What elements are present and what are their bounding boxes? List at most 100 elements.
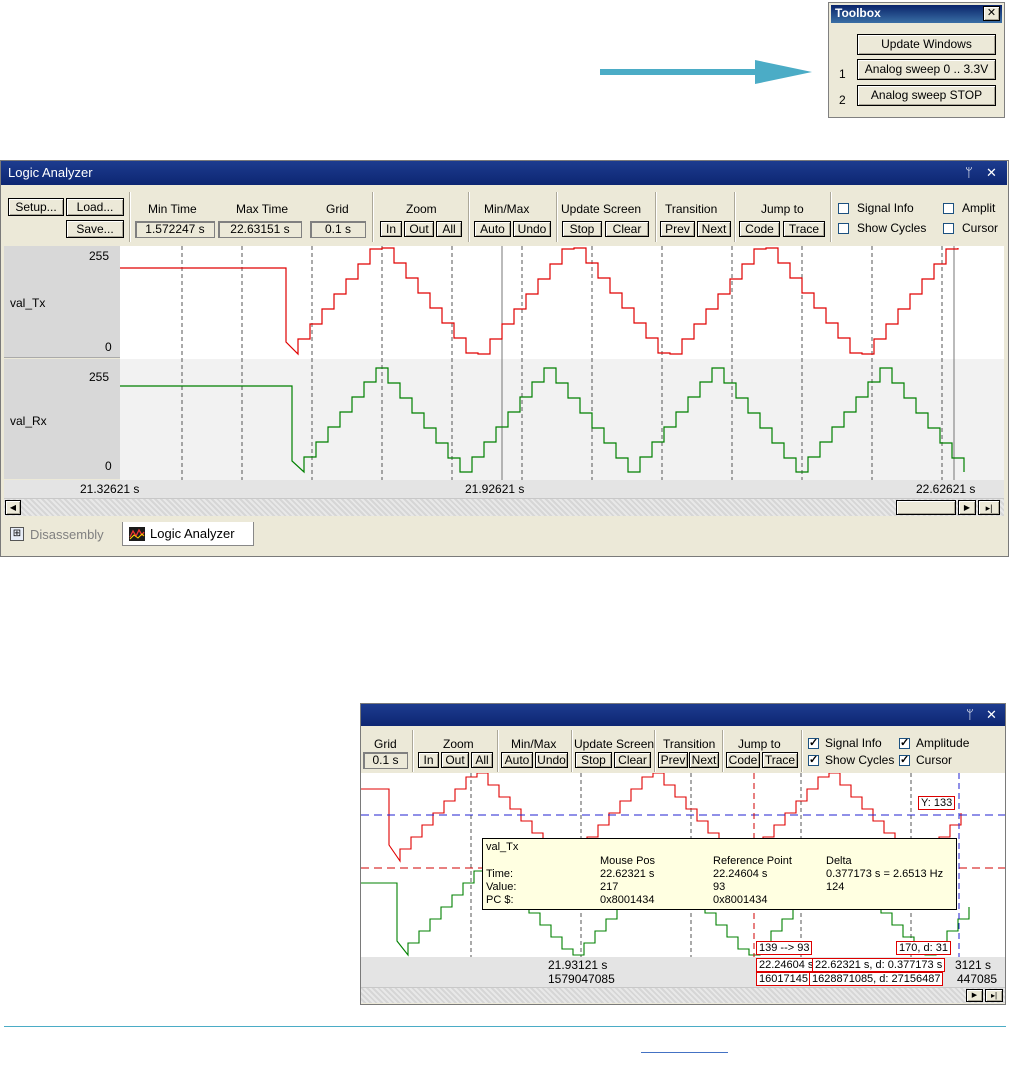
amplitude-label: Amplitude <box>916 736 970 750</box>
toolbox-button-num: 2 <box>839 93 846 107</box>
zoomed-titlebar[interactable] <box>361 704 1005 726</box>
pin-icon[interactable]: ᛘ <box>965 165 973 180</box>
grid-value: 0.1 s <box>363 752 408 769</box>
tab-label: Disassembly <box>30 527 104 542</box>
disassembly-icon: ⊞ <box>10 527 24 541</box>
horizontal-scrollbar[interactable] <box>4 498 1004 516</box>
tooltip-delta-time: 0.377173 s = 2.6513 Hz <box>826 868 944 880</box>
signal-name-label: val_Tx <box>10 296 46 310</box>
toolbar-separator <box>468 192 470 242</box>
undo-button[interactable]: Undo <box>513 221 551 237</box>
logic-analyzer-title: Logic Analyzer <box>8 165 93 180</box>
show-cycles-checkbox[interactable] <box>808 753 819 766</box>
cursor-time-box: 22.62321 s, d: 0.377173 s <box>812 958 946 972</box>
clear-button[interactable]: Clear <box>605 221 649 237</box>
zoom-all-button[interactable]: All <box>436 221 462 237</box>
plot-background-rx <box>120 359 1004 480</box>
minmax-label: Min/Max <box>511 737 557 751</box>
toolbar-separator <box>412 730 414 772</box>
stop-button[interactable]: Stop <box>562 221 602 237</box>
scroll-end-icon[interactable]: ▸| <box>978 500 1000 515</box>
setup-button[interactable]: Setup... <box>8 198 64 216</box>
zoom-all-button[interactable]: All <box>471 752 493 768</box>
jump-to-label: Jump to <box>738 737 781 751</box>
zoom-out-button[interactable]: Out <box>441 752 469 768</box>
stop-button[interactable]: Stop <box>575 752 612 768</box>
toolbar-separator <box>801 730 803 772</box>
zoomed-cycles-mid: 1579047085 <box>548 972 615 986</box>
signal-info-label: Signal Info <box>825 736 882 750</box>
zoom-out-button[interactable]: Out <box>404 221 434 237</box>
signal-info-checkbox[interactable] <box>838 203 849 214</box>
tab-disassembly[interactable]: ⊞ Disassembly <box>8 524 120 546</box>
analog-sweep-button[interactable]: Analog sweep 0 .. 3.3V <box>857 59 996 80</box>
toolbar-separator <box>556 192 558 242</box>
min-time-label: Min Time <box>148 202 197 216</box>
signal-info-checkbox[interactable] <box>808 736 819 749</box>
save-button[interactable]: Save... <box>66 220 124 238</box>
toolbar-separator <box>497 730 499 772</box>
tooltip-signal-name: val_Tx <box>486 841 519 853</box>
toolbox-window: Toolbox ✕ Update Windows 1 Analog sweep … <box>828 2 1005 118</box>
signal-max-label: 255 <box>89 370 110 384</box>
tab-logic-analyzer[interactable]: Logic Analyzer <box>122 522 254 546</box>
toolbar-separator <box>830 192 832 242</box>
tooltip-mouse-time: 22.62321 s <box>600 868 655 880</box>
clear-button[interactable]: Clear <box>614 752 651 768</box>
prev-button[interactable]: Prev <box>658 752 688 768</box>
scroll-left-icon[interactable]: ◀ <box>5 500 21 515</box>
show-cycles-label: Show Cycles <box>825 753 895 767</box>
cursor-checkbox[interactable] <box>899 753 910 766</box>
y-amplitude-label: Y: 133 <box>918 796 956 810</box>
tooltip-row-pc: PC $: <box>486 894 514 906</box>
logic-analyzer-titlebar[interactable] <box>1 161 1007 185</box>
undo-button[interactable]: Undo <box>535 752 568 768</box>
zoom-in-button[interactable]: In <box>418 752 439 768</box>
prev-button[interactable]: Prev <box>660 221 695 237</box>
signal-min-label: 0 <box>105 340 112 354</box>
cursor-label: Cursor <box>916 753 953 767</box>
waveform-plot[interactable] <box>120 246 1004 480</box>
toolbar-separator <box>655 192 657 242</box>
next-button[interactable]: Next <box>689 752 719 768</box>
trace-button[interactable]: Trace <box>783 221 825 237</box>
load-button[interactable]: Load... <box>66 198 124 216</box>
close-icon[interactable]: ✕ <box>986 165 997 181</box>
zoom-label: Zoom <box>443 737 474 751</box>
close-icon[interactable]: ✕ <box>986 707 997 723</box>
scroll-thumb[interactable] <box>896 500 956 515</box>
next-button[interactable]: Next <box>697 221 731 237</box>
tooltip-col-ref: Reference Point <box>713 855 792 867</box>
grid-label: Grid <box>374 737 397 751</box>
transition-label: Transition <box>663 737 716 751</box>
tooltip-ref-time: 22.24604 s <box>713 868 768 880</box>
minmax-label: Min/Max <box>484 202 530 216</box>
amplitude-checkbox[interactable] <box>899 736 910 749</box>
amplitude-checkbox[interactable] <box>943 203 954 214</box>
signal-min-label: 0 <box>105 459 112 473</box>
auto-button[interactable]: Auto <box>501 752 533 768</box>
toolbox-close-button[interactable]: ✕ <box>983 6 1000 21</box>
scroll-right-icon[interactable]: ▶ <box>966 989 983 1002</box>
tooltip-row-time: Time: <box>486 868 514 880</box>
tooltip-delta-value: 124 <box>826 881 845 893</box>
tooltip-col-delta: Delta <box>826 855 852 867</box>
show-cycles-checkbox[interactable] <box>838 223 849 234</box>
update-windows-button[interactable]: Update Windows <box>857 34 996 55</box>
scroll-right-icon[interactable]: ▶ <box>958 500 976 515</box>
code-button[interactable]: Code <box>739 221 780 237</box>
auto-button[interactable]: Auto <box>474 221 511 237</box>
zoom-in-button[interactable]: In <box>380 221 402 237</box>
cursor-label: Cursor <box>962 221 999 235</box>
toolbar-separator <box>722 730 724 772</box>
trace-button[interactable]: Trace <box>762 752 798 768</box>
zoomed-horizontal-scrollbar[interactable] <box>361 987 1005 1003</box>
arrow-right-icon <box>600 60 812 84</box>
scroll-end-icon[interactable]: ▸| <box>985 989 1003 1002</box>
pin-icon[interactable]: ᛘ <box>966 707 974 722</box>
code-button[interactable]: Code <box>726 752 760 768</box>
logic-analyzer-icon <box>129 527 145 541</box>
analog-sweep-stop-button[interactable]: Analog sweep STOP <box>857 85 996 106</box>
signal-name-label: val_Rx <box>10 414 47 428</box>
cursor-checkbox[interactable] <box>943 223 954 234</box>
